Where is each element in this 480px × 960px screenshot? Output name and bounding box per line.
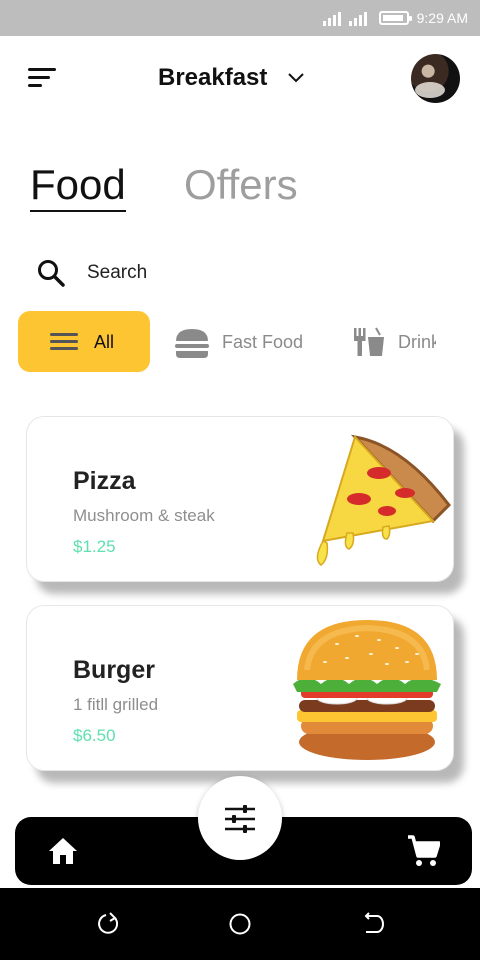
search-icon[interactable] xyxy=(36,258,66,288)
back-icon[interactable] xyxy=(362,912,386,936)
filter-icon xyxy=(225,805,255,833)
product-description: 1 fitll grilled xyxy=(73,695,159,714)
status-bar: 9:29 AM xyxy=(0,0,480,36)
drink-icon xyxy=(354,327,384,356)
signal-icon xyxy=(348,10,367,26)
search-input[interactable]: Search xyxy=(87,262,147,284)
pizza-image xyxy=(316,434,451,566)
list-icon xyxy=(50,333,78,351)
product-price: $1.25 xyxy=(73,537,116,556)
tab-offers[interactable]: Offers xyxy=(184,160,298,210)
category-all[interactable]: All xyxy=(18,311,150,372)
product-card[interactable]: Burger 1 fitll grilled $6.50 xyxy=(26,605,454,771)
product-card[interactable]: Pizza Mushroom & steak $1.25 xyxy=(26,416,454,582)
product-description: Mushroom & steak xyxy=(73,506,215,525)
category-label: Drink xyxy=(398,332,436,352)
product-name: Burger xyxy=(73,656,155,684)
status-time: 9:29 AM xyxy=(416,10,468,26)
battery-icon xyxy=(378,11,412,25)
product-name: Pizza xyxy=(73,467,136,495)
avatar[interactable] xyxy=(411,54,460,103)
filter-button[interactable] xyxy=(198,776,282,860)
page-title[interactable]: Breakfast xyxy=(158,64,267,92)
category-drink[interactable]: Drink xyxy=(350,311,436,372)
category-fast-food[interactable]: Fast Food xyxy=(172,311,312,372)
home-icon[interactable] xyxy=(48,836,78,866)
menu-icon[interactable] xyxy=(28,68,58,90)
home-system-icon[interactable] xyxy=(228,912,252,936)
burger-image xyxy=(293,620,441,760)
signal-icon xyxy=(322,10,341,26)
recent-apps-icon[interactable] xyxy=(95,912,119,936)
tab-food[interactable]: Food xyxy=(30,160,126,212)
category-label: Fast Food xyxy=(222,332,304,352)
product-price: $6.50 xyxy=(73,726,116,745)
chevron-down-icon[interactable] xyxy=(287,71,305,85)
burger-icon xyxy=(175,329,209,358)
category-label: All xyxy=(94,332,115,352)
cart-icon[interactable] xyxy=(406,834,440,868)
